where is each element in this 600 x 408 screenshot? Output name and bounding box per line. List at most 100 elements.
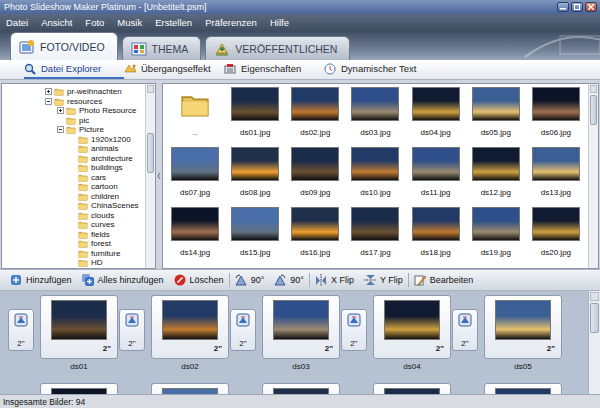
tree-item[interactable]: ChinaScenes — [2, 201, 145, 211]
slide[interactable]: 2"ds03 — [262, 295, 340, 371]
expander[interactable] — [69, 240, 76, 247]
thumbnail[interactable]: ds14.jpg — [165, 207, 225, 265]
expander[interactable] — [69, 164, 76, 171]
transition-tile[interactable]: 2" — [341, 309, 367, 351]
menu-item[interactable]: Erstellen — [149, 17, 199, 28]
photo-thumbnail[interactable] — [472, 147, 520, 181]
tree-item[interactable]: architecture — [2, 154, 145, 164]
thumbnail[interactable]: ds04.jpg — [406, 87, 466, 145]
tree-item[interactable]: forest — [2, 239, 145, 249]
photo-thumbnail[interactable] — [351, 147, 399, 181]
photo-thumbnail[interactable] — [231, 207, 279, 241]
maximize-button[interactable] — [571, 2, 583, 12]
slide[interactable]: 2"ds02 — [151, 295, 229, 371]
expander[interactable] — [45, 88, 52, 95]
toolbar-button[interactable]: Bearbeiten — [409, 271, 479, 289]
thumbnail[interactable]: ds17.jpg — [345, 207, 405, 265]
thumbnail[interactable]: ds19.jpg — [466, 207, 526, 265]
photo-thumbnail[interactable] — [291, 147, 339, 181]
expander[interactable] — [69, 259, 76, 266]
photo-thumbnail[interactable] — [231, 87, 279, 121]
tree-item[interactable]: cartoon — [2, 182, 145, 192]
slide-frame[interactable]: 2" — [40, 295, 118, 359]
thumbnail[interactable]: ds15.jpg — [225, 207, 285, 265]
thumbnail-scrollbar[interactable] — [588, 84, 598, 268]
tree-item[interactable]: HD — [2, 258, 145, 268]
sub-tab[interactable]: Datei Explorer — [24, 60, 124, 79]
photo-thumbnail[interactable] — [291, 207, 339, 241]
thumbnail[interactable]: ds18.jpg — [406, 207, 466, 265]
thumbnail[interactable]: ds12.jpg — [466, 147, 526, 205]
slide[interactable]: 2"ds01 — [40, 295, 118, 371]
slide-frame[interactable]: 2" — [262, 295, 340, 359]
tree-item[interactable]: animals — [2, 144, 145, 154]
menu-item[interactable]: Musik — [111, 17, 149, 28]
slide[interactable]: 2"ds05 — [484, 295, 562, 371]
expander[interactable] — [69, 145, 76, 152]
tree-item[interactable]: curves — [2, 220, 145, 230]
slide-frame[interactable] — [262, 383, 340, 394]
photo-thumbnail[interactable] — [532, 87, 580, 121]
slide-frame[interactable] — [40, 383, 118, 394]
scroll-up[interactable] — [590, 292, 599, 301]
thumbnail[interactable]: ds13.jpg — [526, 147, 586, 205]
photo-thumbnail[interactable] — [171, 147, 219, 181]
thumbnail[interactable]: ds02.jpg — [285, 87, 345, 145]
photo-thumbnail[interactable] — [472, 87, 520, 121]
slide-frame[interactable]: 2" — [373, 295, 451, 359]
scroll-up[interactable] — [590, 85, 597, 93]
toolbar-button[interactable]: 90° — [230, 271, 270, 289]
thumbnail[interactable]: ds11.jpg — [406, 147, 466, 205]
menu-item[interactable]: Datei — [0, 17, 35, 28]
tree-item[interactable]: 1920x1200 — [2, 135, 145, 145]
expander[interactable] — [69, 155, 76, 162]
tree-item[interactable]: Picture — [2, 125, 145, 135]
thumbnail[interactable]: ds20.jpg — [526, 207, 586, 265]
tree-item[interactable]: cars — [2, 173, 145, 183]
main-tab[interactable]: VERÖFFENTLICHEN — [205, 36, 350, 60]
expander[interactable] — [57, 107, 64, 114]
main-tab[interactable]: FOTO/VIDEO — [10, 32, 118, 60]
transition-tile[interactable]: 2" — [452, 309, 478, 351]
expander[interactable] — [69, 212, 76, 219]
transition-tile[interactable]: 2" — [119, 309, 145, 351]
close-button[interactable] — [585, 2, 597, 12]
thumbnail[interactable]: ds06.jpg — [526, 87, 586, 145]
photo-thumbnail[interactable] — [291, 87, 339, 121]
scroll-thumb[interactable] — [147, 133, 154, 173]
menu-item[interactable]: Präferenzen — [199, 17, 264, 28]
photo-thumbnail[interactable] — [171, 207, 219, 241]
slide-frame[interactable] — [151, 383, 229, 394]
slide-frame[interactable]: 2" — [151, 295, 229, 359]
tree-item[interactable]: buildings — [2, 163, 145, 173]
toolbar-button[interactable]: Alles hinzufügen — [77, 271, 169, 289]
photo-thumbnail[interactable] — [412, 87, 460, 121]
expander[interactable] — [69, 183, 76, 190]
scroll-thumb[interactable] — [590, 303, 599, 333]
menu-item[interactable]: Foto — [79, 17, 111, 28]
photo-thumbnail[interactable] — [412, 207, 460, 241]
main-tab[interactable]: THEMA — [122, 36, 202, 60]
expander[interactable] — [57, 117, 64, 124]
menu-item[interactable]: Hilfe — [264, 17, 296, 28]
thumbnail[interactable]: ds05.jpg — [466, 87, 526, 145]
slide-frame[interactable]: 2" — [484, 295, 562, 359]
expander[interactable] — [45, 98, 52, 105]
tree-item[interactable]: fields — [2, 230, 145, 240]
tree-item[interactable]: clouds — [2, 211, 145, 221]
tree-item[interactable]: pic — [2, 116, 145, 126]
photo-thumbnail[interactable] — [351, 87, 399, 121]
scroll-thumb[interactable] — [590, 95, 597, 125]
slide-frame[interactable] — [484, 383, 562, 394]
thumbnail[interactable]: ds16.jpg — [285, 207, 345, 265]
photo-thumbnail[interactable] — [472, 207, 520, 241]
menu-item[interactable]: Ansicht — [35, 17, 79, 28]
transition-tile[interactable]: 2" — [230, 309, 256, 351]
thumbnail[interactable]: ds10.jpg — [345, 147, 405, 205]
thumbnail[interactable]: ds09.jpg — [285, 147, 345, 205]
photo-thumbnail[interactable] — [532, 207, 580, 241]
sub-tab[interactable]: Eigenschaften — [224, 60, 324, 79]
toolbar-button[interactable]: X Flip — [310, 271, 359, 289]
expander[interactable] — [69, 136, 76, 143]
tree-item[interactable]: children — [2, 192, 145, 202]
